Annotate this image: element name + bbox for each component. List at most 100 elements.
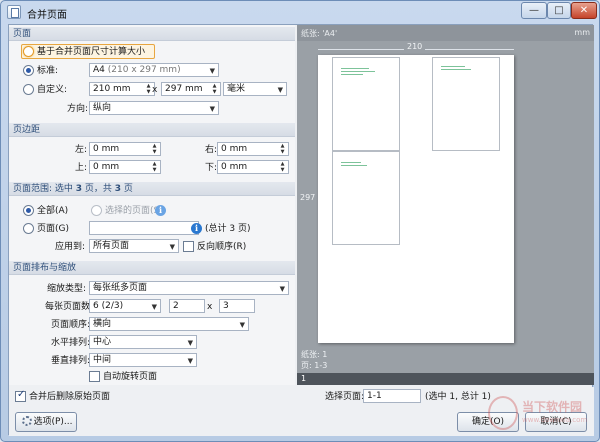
select-pages-note: (选中 1, 总计 1): [425, 392, 491, 402]
layout-section-title: 页面排布与缩放: [9, 261, 295, 275]
margin-right-input[interactable]: 0 mm ▲ ▼: [217, 142, 289, 156]
custom-x-label: x: [152, 85, 158, 95]
title-bar[interactable]: 合并页面 — □ ✕: [1, 1, 599, 23]
times-label: x: [207, 302, 213, 312]
spinner-icon[interactable]: ▲ ▼: [279, 143, 286, 155]
chevron-down-icon: ▼: [277, 86, 283, 94]
select-pages-input[interactable]: 1-1: [363, 389, 421, 403]
paper-label: 纸张: 'A4': [301, 29, 338, 38]
rows-value: 3: [223, 301, 229, 311]
orientation-label: 方向:: [67, 104, 89, 114]
unit-label: mm: [574, 28, 590, 37]
standard-label: 标准:: [37, 66, 59, 76]
chevron-down-icon: ▼: [209, 105, 215, 113]
range-pages-radio[interactable]: [23, 223, 34, 234]
custom-label: 自定义:: [37, 85, 68, 95]
chevron-down-icon: ▼: [151, 303, 157, 311]
apply-to-value: 所有页面: [93, 241, 130, 251]
reverse-order-checkbox[interactable]: [183, 241, 194, 252]
margin-top-input[interactable]: 0 mm ▲ ▼: [89, 160, 161, 174]
margin-bottom-input[interactable]: 0 mm ▲ ▼: [217, 160, 289, 174]
preview-footer: 纸张: 1 页: 1-3: [297, 349, 594, 371]
page-thumbnail[interactable]: [332, 57, 400, 151]
chevron-down-icon: ▼: [239, 321, 245, 329]
merge-size-label: 基于合并页面尺寸计算大小: [37, 47, 146, 57]
scale-type-value: 每张纸多页面: [93, 283, 148, 293]
dialog-window: 合并页面 — □ ✕ 页面 基于合并页面尺寸计算大小 标准: A4 (210 x…: [0, 0, 600, 442]
pages-per-sheet-label: 每张页面数:: [45, 302, 94, 312]
range-pages-input[interactable]: [89, 221, 199, 235]
height-value: 297: [300, 193, 316, 202]
custom-height-value: 297 mm: [165, 84, 203, 94]
apply-to-select[interactable]: 所有页面 ▼: [89, 239, 179, 253]
merge-size-radio[interactable]: [23, 46, 34, 57]
auto-rotate-checkbox[interactable]: [89, 371, 100, 382]
range-all-label: 全部(A): [37, 206, 69, 216]
page-thumbnail[interactable]: [432, 57, 500, 151]
standard-size-select[interactable]: A4 (210 x 297 mm) ▼: [89, 63, 219, 77]
margin-left-label: 左:: [75, 145, 88, 155]
margin-left-input[interactable]: 0 mm ▲ ▼: [89, 142, 161, 156]
options-button[interactable]: 选项(P)...: [15, 412, 77, 432]
info-icon[interactable]: i: [191, 223, 202, 234]
dialog-body: 页面 基于合并页面尺寸计算大小 标准: A4 (210 x 297 mm) ▼ …: [8, 24, 594, 436]
maximize-button[interactable]: □: [547, 2, 571, 19]
close-button[interactable]: ✕: [571, 2, 597, 19]
orientation-value: 纵向: [93, 103, 112, 113]
spinner-icon[interactable]: ▲ ▼: [279, 161, 286, 173]
page-section-title: 页面: [9, 27, 295, 41]
paper-count: 纸张: 1: [301, 350, 328, 359]
cancel-button[interactable]: 取消(C): [525, 412, 587, 432]
delete-original-checkbox[interactable]: [15, 389, 26, 402]
auto-rotate-label: 自动旋转页面: [103, 372, 158, 382]
chevron-down-icon: ▼: [279, 285, 285, 293]
page-strip[interactable]: 1: [297, 373, 594, 385]
unit-value: 毫米: [227, 84, 246, 94]
chevron-down-icon: ▼: [209, 67, 215, 75]
spinner-icon[interactable]: ▲ ▼: [151, 143, 158, 155]
page-number: 1: [301, 374, 307, 383]
gear-icon: [22, 416, 32, 426]
custom-radio[interactable]: [23, 84, 34, 95]
h-align-select[interactable]: 中心 ▼: [89, 335, 197, 349]
rows-input[interactable]: 3: [219, 299, 255, 313]
spinner-icon[interactable]: ▲ ▼: [145, 83, 152, 95]
reverse-order-label: 反向顺序(R): [197, 242, 247, 252]
select-pages-label: 选择页面:: [325, 392, 365, 402]
ok-button[interactable]: 确定(O): [457, 412, 519, 432]
margin-bottom-label: 下:: [205, 163, 218, 173]
custom-width-value: 210 mm: [93, 84, 131, 94]
v-align-label: 垂直排列:: [51, 356, 91, 366]
select-pages-value: 1-1: [367, 391, 382, 401]
page-order-select[interactable]: 横向 ▼: [89, 317, 249, 331]
range-section-title: 页面范围: 选中 3 页，共 3 页: [9, 182, 295, 196]
document-icon: [7, 5, 21, 19]
page-range: 页: 1-3: [301, 361, 328, 370]
chevron-down-icon: ▼: [169, 243, 175, 251]
width-ruler: 210: [318, 42, 514, 53]
window-title: 合并页面: [27, 10, 67, 21]
unit-select[interactable]: 毫米 ▼: [223, 82, 287, 96]
preview-header: 纸张: 'A4' mm: [297, 25, 594, 41]
range-all-radio[interactable]: [23, 205, 34, 216]
spinner-icon[interactable]: ▲ ▼: [211, 83, 218, 95]
pages-per-sheet-value: 6 (2/3): [93, 301, 124, 311]
columns-value: 2: [173, 301, 179, 311]
custom-height-input[interactable]: 297 mm ▲ ▼: [161, 82, 221, 96]
pages-per-sheet-select[interactable]: 6 (2/3) ▼: [89, 299, 161, 313]
range-title-suffix: 页: [121, 184, 133, 194]
orientation-select[interactable]: 纵向 ▼: [89, 101, 219, 115]
scale-type-select[interactable]: 每张纸多页面 ▼: [89, 281, 289, 295]
bottom-bar: 合并后删除原始页面 选项(P)... 选择页面: 1-1 (选中 1, 总计 1…: [9, 387, 594, 436]
page-order-label: 页面顺序:: [51, 320, 91, 330]
custom-width-input[interactable]: 210 mm ▲ ▼: [89, 82, 155, 96]
standard-radio[interactable]: [23, 65, 34, 76]
spinner-icon[interactable]: ▲ ▼: [151, 161, 158, 173]
range-selected-radio[interactable]: [91, 205, 102, 216]
page-thumbnail[interactable]: [332, 151, 400, 245]
margins-section-title: 页边距: [9, 123, 295, 137]
minimize-button[interactable]: —: [521, 2, 547, 19]
columns-input[interactable]: 2: [169, 299, 205, 313]
preview-sheet[interactable]: [318, 55, 514, 343]
v-align-select[interactable]: 中间 ▼: [89, 353, 197, 367]
